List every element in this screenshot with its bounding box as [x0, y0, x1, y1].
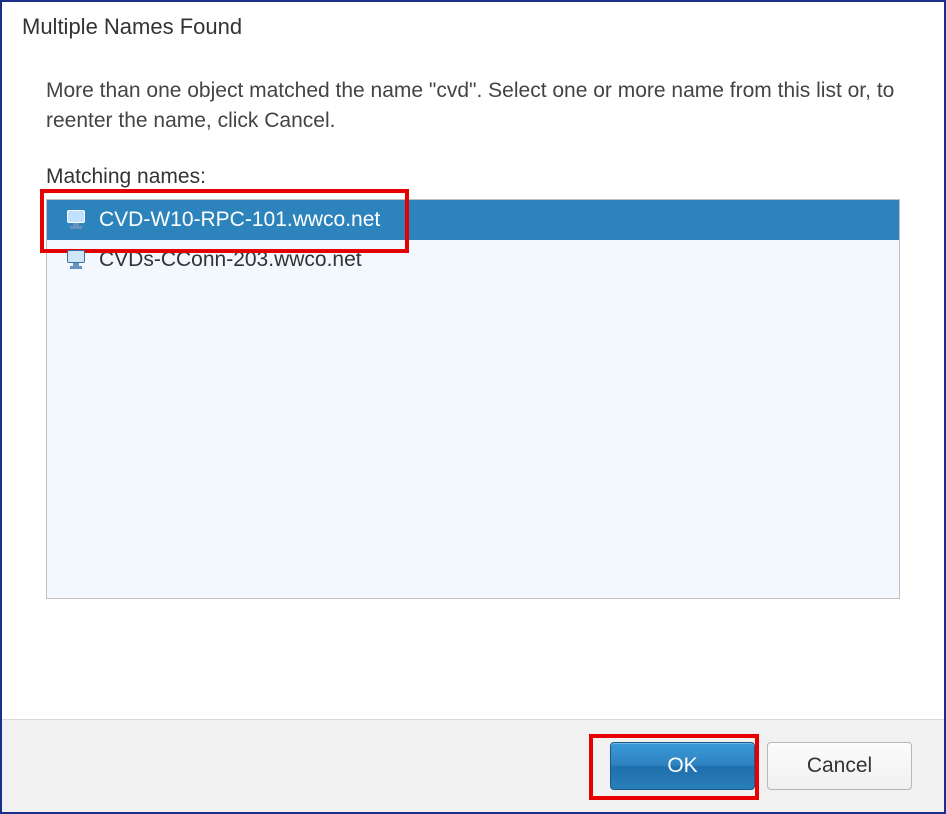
ok-button[interactable]: OK	[610, 742, 755, 790]
dialog-title: Multiple Names Found	[2, 2, 944, 46]
computer-icon	[65, 210, 87, 230]
list-item[interactable]: CVDs-CConn-203.wwco.net	[47, 240, 899, 280]
multiple-names-found-dialog: Multiple Names Found More than one objec…	[0, 0, 946, 814]
list-item[interactable]: CVD-W10-RPC-101.wwco.net	[47, 200, 899, 240]
list-item-label: CVD-W10-RPC-101.wwco.net	[99, 208, 380, 232]
list-item-label: CVDs-CConn-203.wwco.net	[99, 248, 362, 272]
prompt-text: More than one object matched the name "c…	[46, 76, 900, 137]
cancel-button[interactable]: Cancel	[767, 742, 912, 790]
dialog-footer: OK Cancel	[2, 719, 944, 812]
computer-icon	[65, 250, 87, 270]
dialog-body: More than one object matched the name "c…	[2, 46, 944, 719]
matching-names-label: Matching names:	[46, 165, 900, 189]
matching-names-list[interactable]: CVD-W10-RPC-101.wwco.net CVDs-CConn-203.…	[46, 199, 900, 599]
